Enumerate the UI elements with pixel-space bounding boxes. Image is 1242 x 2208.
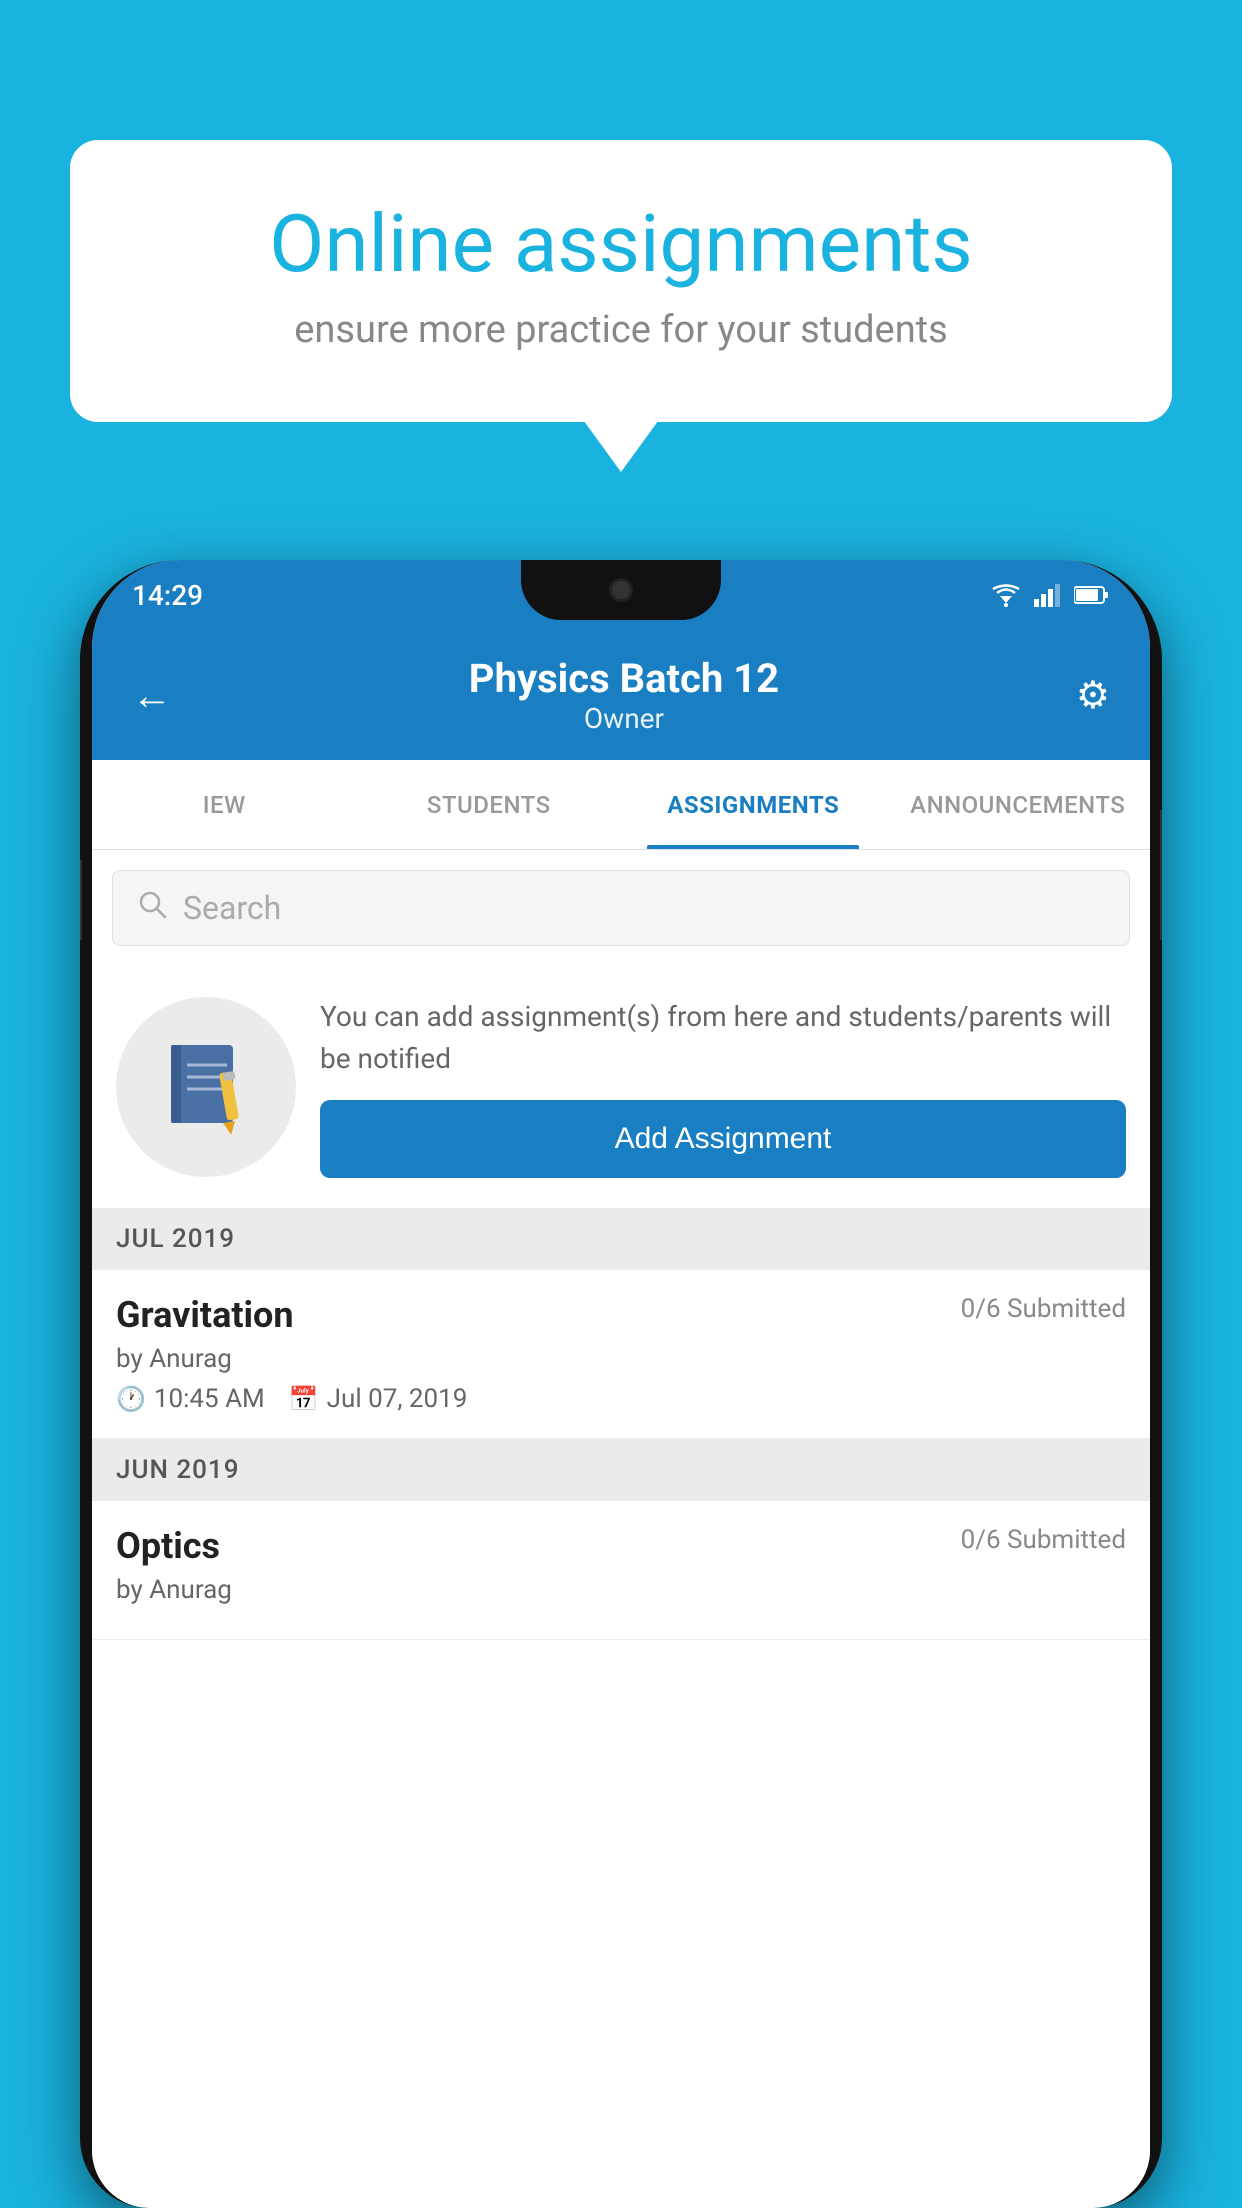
promo-text: You can add assignment(s) from here and … bbox=[320, 996, 1126, 1080]
tab-assignments[interactable]: ASSIGNMENTS bbox=[621, 760, 886, 849]
assignment-optics-top: Optics 0/6 Submitted bbox=[116, 1525, 1126, 1567]
back-button[interactable]: ← bbox=[122, 662, 182, 729]
volume-button bbox=[80, 860, 82, 940]
search-bar[interactable]: Search bbox=[112, 870, 1130, 946]
phone-frame: 14:29 bbox=[80, 560, 1162, 2208]
search-container: Search bbox=[92, 850, 1150, 966]
tab-announcements[interactable]: ANNOUNCEMENTS bbox=[886, 760, 1151, 849]
signal-icon bbox=[1034, 583, 1062, 607]
section-jun-label: JUN 2019 bbox=[116, 1455, 239, 1485]
section-jul-2019: JUL 2019 bbox=[92, 1208, 1150, 1270]
settings-button[interactable]: ⚙ bbox=[1066, 663, 1120, 728]
speech-bubble-container: Online assignments ensure more practice … bbox=[70, 140, 1172, 422]
assignment-optics-author: by Anurag bbox=[116, 1575, 1126, 1605]
app-bar-title: Physics Batch 12 bbox=[182, 655, 1066, 702]
assignment-gravitation[interactable]: Gravitation 0/6 Submitted by Anurag 🕐 10… bbox=[92, 1270, 1150, 1439]
assignment-item-top: Gravitation 0/6 Submitted bbox=[116, 1294, 1126, 1336]
status-icons bbox=[990, 583, 1110, 607]
status-time: 14:29 bbox=[132, 579, 203, 612]
assignment-meta: 🕐 10:45 AM 📅 Jul 07, 2019 bbox=[116, 1384, 1126, 1414]
clock-icon: 🕐 bbox=[116, 1385, 146, 1413]
wifi-icon bbox=[990, 583, 1022, 607]
notebook-icon bbox=[161, 1037, 251, 1137]
meta-date: 📅 Jul 07, 2019 bbox=[289, 1384, 468, 1414]
screen-content: Search bbox=[92, 850, 1150, 2208]
promo-right: You can add assignment(s) from here and … bbox=[320, 996, 1126, 1178]
bubble-subtitle: ensure more practice for your students bbox=[140, 308, 1102, 352]
section-jul-label: JUL 2019 bbox=[116, 1224, 235, 1254]
phone-camera bbox=[609, 578, 633, 602]
promo-block: You can add assignment(s) from here and … bbox=[92, 966, 1150, 1208]
phone-notch bbox=[521, 560, 721, 620]
promo-icon-circle bbox=[116, 997, 296, 1177]
assignment-author: by Anurag bbox=[116, 1344, 1126, 1374]
power-button bbox=[1160, 810, 1162, 940]
bubble-title: Online assignments bbox=[140, 200, 1102, 288]
tab-view[interactable]: IEW bbox=[92, 760, 357, 849]
meta-date-value: Jul 07, 2019 bbox=[327, 1384, 468, 1414]
tab-bar: IEW STUDENTS ASSIGNMENTS ANNOUNCEMENTS bbox=[92, 760, 1150, 850]
assignment-optics[interactable]: Optics 0/6 Submitted by Anurag bbox=[92, 1501, 1150, 1640]
meta-time-value: 10:45 AM bbox=[154, 1384, 265, 1414]
app-bar-title-group: Physics Batch 12 Owner bbox=[182, 655, 1066, 735]
battery-icon bbox=[1074, 585, 1110, 605]
add-assignment-button[interactable]: Add Assignment bbox=[320, 1100, 1126, 1178]
assignment-optics-name: Optics bbox=[116, 1525, 220, 1567]
assignment-name: Gravitation bbox=[116, 1294, 294, 1336]
search-placeholder: Search bbox=[183, 889, 281, 927]
phone-screen: 14:29 bbox=[92, 560, 1150, 2208]
tab-students[interactable]: STUDENTS bbox=[357, 760, 622, 849]
meta-time: 🕐 10:45 AM bbox=[116, 1384, 265, 1414]
search-icon bbox=[137, 889, 167, 927]
section-jun-2019: JUN 2019 bbox=[92, 1439, 1150, 1501]
app-bar: ← Physics Batch 12 Owner ⚙ bbox=[92, 630, 1150, 760]
app-bar-subtitle: Owner bbox=[182, 702, 1066, 735]
calendar-icon: 📅 bbox=[289, 1385, 319, 1413]
speech-bubble: Online assignments ensure more practice … bbox=[70, 140, 1172, 422]
assignment-optics-status: 0/6 Submitted bbox=[961, 1525, 1126, 1555]
assignment-status: 0/6 Submitted bbox=[961, 1294, 1126, 1324]
